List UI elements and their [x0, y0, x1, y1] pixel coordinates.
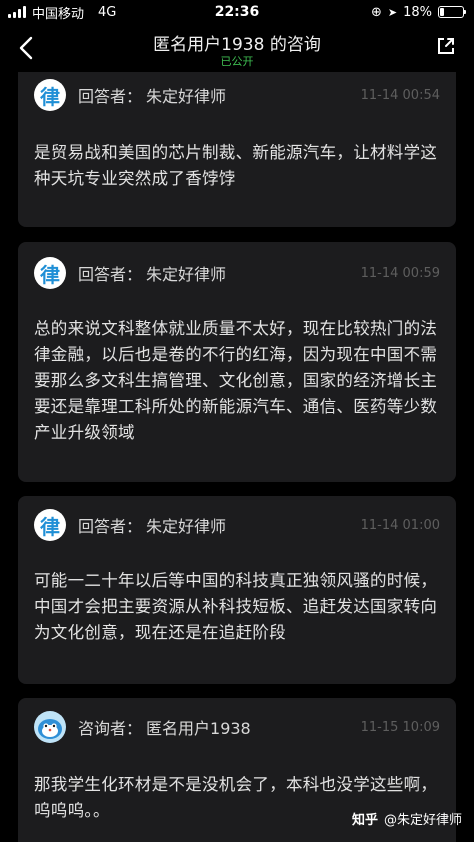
- message-role: 回答者： 朱定好律师: [78, 513, 226, 537]
- message-time: 11-15 10:09: [360, 719, 440, 735]
- battery-icon: [438, 6, 466, 18]
- message-time: 11-14 00:59: [360, 265, 440, 281]
- lawyer-avatar[interactable]: 律: [34, 79, 66, 111]
- share-button[interactable]: [436, 36, 460, 60]
- message-card: 律 回答者： 朱定好律师 11-14 00:54 是贸易战和美国的芯片制裁、新能源…: [18, 72, 456, 227]
- message-role: 咨询者： 匿名用户1938: [78, 715, 251, 739]
- watermark-author: @朱定好律师: [383, 813, 462, 828]
- message-time: 11-14 01:00: [360, 517, 440, 533]
- status-right: ⊕ ➤ 18%: [370, 4, 466, 20]
- role-label: 回答者：: [78, 87, 143, 106]
- nav-bar: 匿名用户1938 的咨询 已公开: [0, 24, 474, 72]
- page-title: 匿名用户1938 的咨询: [153, 35, 321, 55]
- message-header: 咨询者： 匿名用户1938 11-15 10:09: [34, 710, 440, 744]
- message-card: 律 回答者： 朱定好律师 11-14 00:59 总的来说文科整体就业质量不太好，…: [18, 242, 456, 482]
- zhihu-watermark: 知乎 @朱定好律师: [352, 809, 462, 828]
- rotation-lock-icon: ⊕: [370, 4, 382, 20]
- role-label: 回答者：: [78, 265, 143, 284]
- sender-name: 朱定好律师: [146, 87, 227, 106]
- location-icon: ➤: [387, 5, 398, 19]
- message-header: 律 回答者： 朱定好律师 11-14 01:00: [34, 508, 440, 542]
- watermark-brand: 知乎: [351, 813, 378, 828]
- message-text: 总的来说文科整体就业质量不太好，现在比较热门的法律金融，以后也是卷的不行的红海，…: [34, 319, 438, 442]
- message-time: 11-14 00:54: [360, 87, 440, 103]
- sender-name: 朱定好律师: [146, 517, 227, 536]
- battery-percent: 18%: [403, 4, 432, 20]
- role-label: 咨询者：: [78, 719, 143, 738]
- sender-name: 朱定好律师: [146, 265, 227, 284]
- battery-fill: [440, 8, 444, 16]
- share-icon: [438, 38, 454, 54]
- message-header: 律 回答者： 朱定好律师 11-14 00:54: [34, 78, 440, 112]
- lawyer-avatar[interactable]: 律: [34, 257, 66, 289]
- message-role: 回答者： 朱定好律师: [78, 261, 226, 285]
- public-status: 已公开: [220, 55, 254, 68]
- user-avatar[interactable]: [34, 711, 66, 743]
- lawyer-avatar-glyph: 律: [40, 84, 60, 109]
- lawyer-avatar[interactable]: 律: [34, 509, 66, 541]
- message-card: 律 回答者： 朱定好律师 11-14 01:00 可能一二十年以后等中国的科技真正…: [18, 496, 456, 684]
- lawyer-avatar-glyph: 律: [40, 262, 60, 287]
- message-role: 回答者： 朱定好律师: [78, 83, 226, 107]
- message-text: 可能一二十年以后等中国的科技真正独领风骚的时候，中国才会把主要资源从补科技短板、…: [34, 571, 438, 642]
- status-bar: 中国移动 4G 22:36 ⊕ ➤ 18%: [0, 0, 474, 24]
- anonymous-user-icon: [38, 719, 62, 739]
- message-header: 律 回答者： 朱定好律师 11-14 00:59: [34, 256, 440, 290]
- sender-name: 匿名用户1938: [146, 719, 251, 738]
- role-label: 回答者：: [78, 517, 143, 536]
- message-text: 是贸易战和美国的芯片制裁、新能源汽车，让材料学这种天坑专业突然成了香饽饽: [34, 143, 438, 188]
- lawyer-avatar-glyph: 律: [40, 514, 60, 539]
